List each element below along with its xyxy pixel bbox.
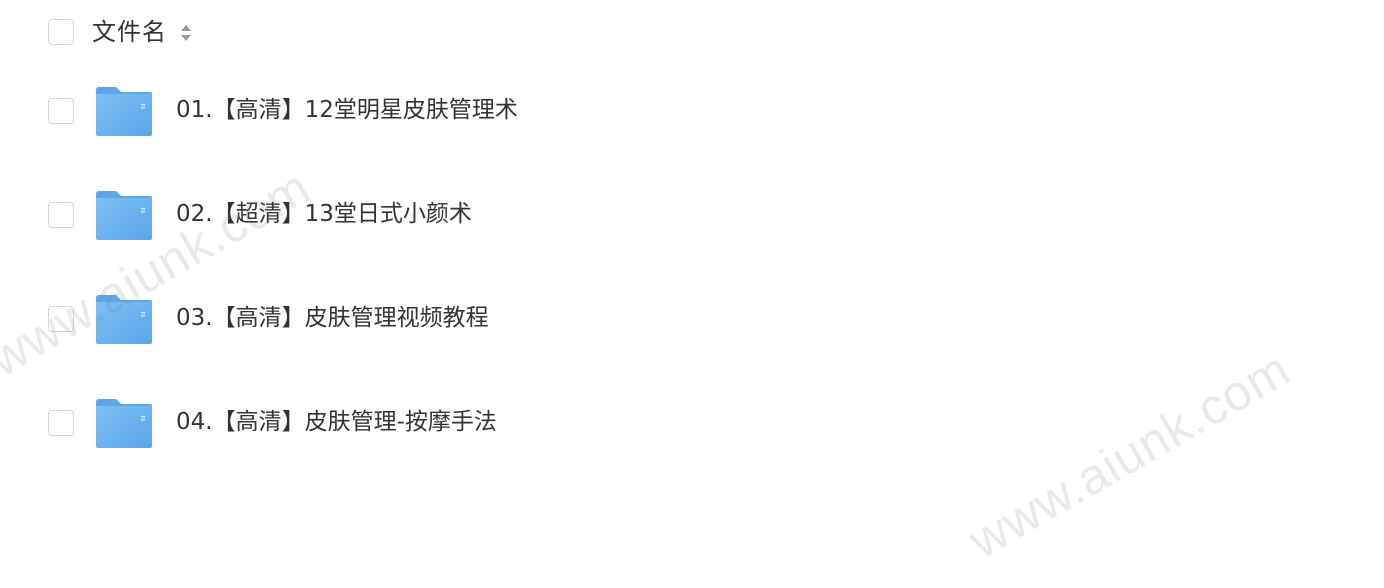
row-checkbox[interactable] [48, 202, 74, 228]
folder-icon [96, 87, 152, 136]
file-name[interactable]: 03.【高清】皮肤管理视频教程 [176, 302, 489, 334]
folder-icon [96, 191, 152, 240]
file-row[interactable]: 04.【高清】皮肤管理-按摩手法 [0, 392, 700, 456]
file-row[interactable]: 02.【超清】13堂日式小颜术 [0, 184, 700, 248]
select-all-checkbox[interactable] [48, 19, 74, 45]
folder-icon [96, 295, 152, 344]
file-name[interactable]: 01.【高清】12堂明星皮肤管理术 [176, 94, 518, 126]
watermark: www.aiunk.com [959, 340, 1300, 570]
filename-column-header[interactable]: 文件名 [92, 16, 167, 48]
row-checkbox[interactable] [48, 98, 74, 124]
file-name[interactable]: 04.【高清】皮肤管理-按摩手法 [176, 406, 497, 438]
folder-icon [96, 399, 152, 448]
row-checkbox[interactable] [48, 306, 74, 332]
row-checkbox[interactable] [48, 410, 74, 436]
sort-icon[interactable] [180, 21, 192, 45]
file-row[interactable]: 01.【高清】12堂明星皮肤管理术 [0, 80, 700, 144]
file-list-header: 文件名 [0, 0, 600, 64]
file-list-page: 文件名 01.【高清】12堂明星皮肤管理术 02.【超清】13堂日式小颜术 03… [0, 0, 1384, 588]
file-name[interactable]: 02.【超清】13堂日式小颜术 [176, 198, 472, 230]
file-row[interactable]: 03.【高清】皮肤管理视频教程 [0, 288, 700, 352]
